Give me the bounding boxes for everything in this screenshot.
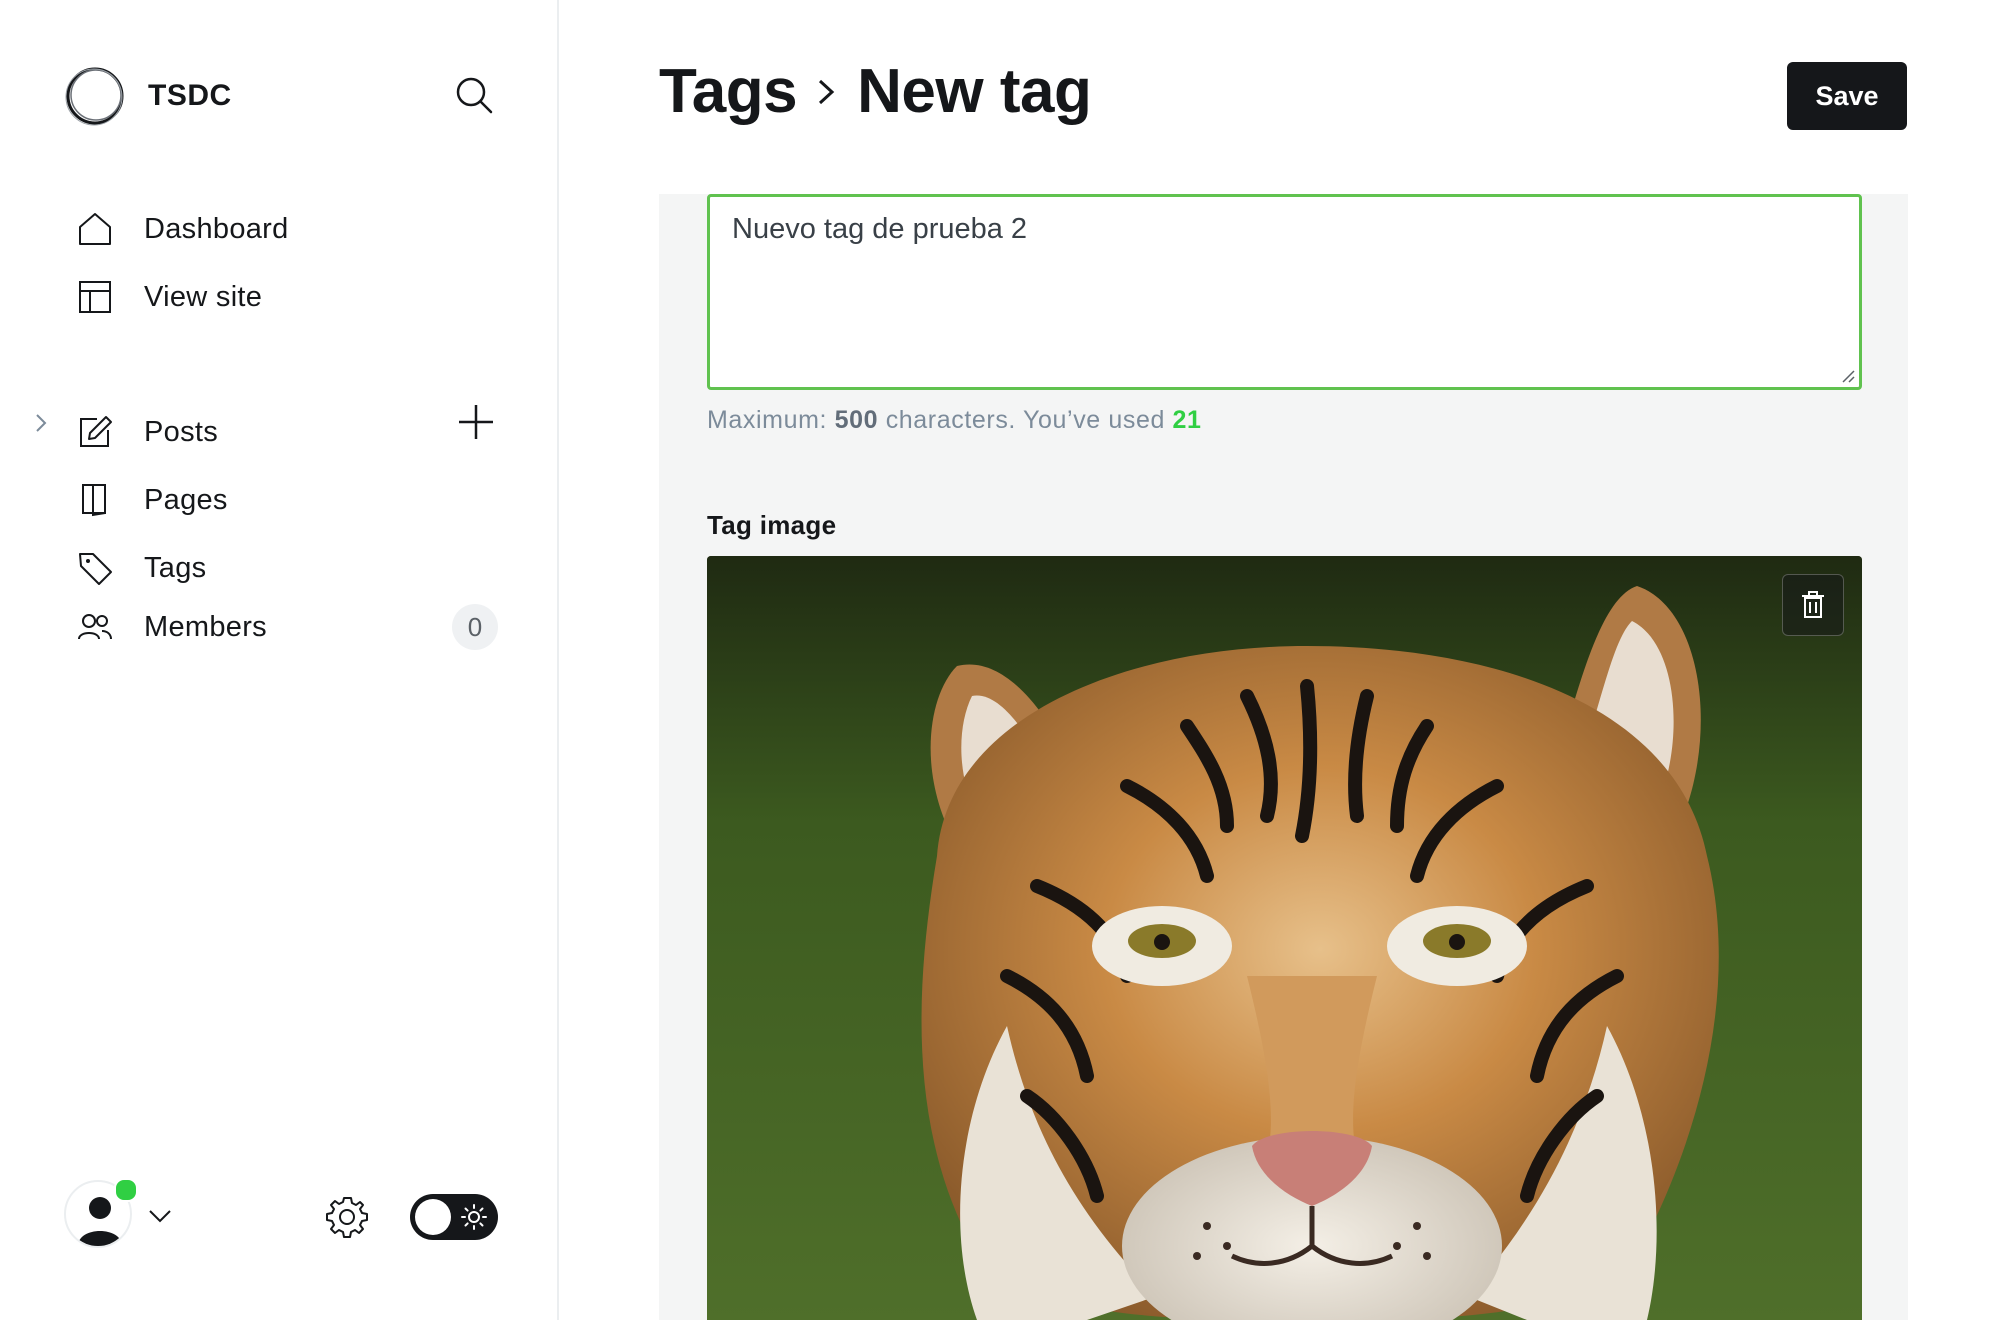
hint-middle: characters. You’ve used [878,406,1173,434]
description-value: Nuevo tag de prueba 2 [732,213,1028,245]
delete-image-button[interactable] [1782,574,1844,636]
hint-max: 500 [834,406,879,434]
home-icon [76,210,114,248]
brand-logo-icon [65,67,124,126]
tag-image-label: Tag image [707,510,837,540]
brand-name: TSDC [148,79,232,112]
sidebar-item-label: Pages [144,483,228,516]
trash-icon [1802,591,1824,618]
character-count-hint: Maximum: 500 characters. You’ve used 21 [707,406,1202,435]
chevron-right-icon [815,75,839,109]
chevron-down-icon[interactable] [146,1202,174,1230]
hint-used: 21 [1172,406,1202,434]
tag-icon [76,549,114,587]
theme-toggle[interactable] [410,1194,498,1240]
search-icon[interactable] [452,73,496,117]
members-icon [76,608,114,646]
sidebar-item-label: Tags [144,551,207,584]
sidebar-item-label: Dashboard [144,212,289,245]
sidebar-item-pages[interactable]: Pages [76,473,516,527]
hint-prefix: Maximum: [707,406,835,434]
online-status-dot [114,1178,138,1202]
sidebar-item-view-site[interactable]: View site [76,270,516,324]
save-button[interactable]: Save [1787,62,1907,130]
main-content: Tags New tag Save Nuevo tag de prueba 2 … [561,0,2000,1320]
sidebar-item-dashboard[interactable]: Dashboard [76,202,516,256]
sidebar-footer [64,1178,504,1260]
tag-form-panel: Nuevo tag de prueba 2 Maximum: 500 chara… [659,194,1908,1320]
sidebar-item-posts[interactable]: Posts [76,405,516,459]
description-textarea[interactable]: Nuevo tag de prueba 2 [707,194,1862,390]
members-count-badge: 0 [452,604,498,650]
tag-image-preview [707,556,1862,1320]
page-title: New tag [857,57,1092,126]
tiger-image [707,556,1862,1320]
edit-icon [76,413,114,451]
sidebar-item-members[interactable]: Members [76,600,516,654]
sun-icon [461,1204,487,1230]
sidebar-item-tags[interactable]: Tags [76,541,516,595]
gear-icon[interactable] [324,1194,370,1240]
layout-icon [76,278,114,316]
breadcrumb-tags-link[interactable]: Tags [659,56,798,127]
resize-grip-icon[interactable] [1839,367,1855,383]
breadcrumb: Tags New tag [659,56,1092,127]
sidebar-item-label: Posts [144,415,219,448]
sidebar-item-label: View site [144,280,263,313]
chevron-right-icon[interactable] [30,412,52,434]
page-icon [76,481,114,519]
sidebar: TSDC Dashboard View site Posts Pages Tag… [0,0,559,1320]
brand[interactable]: TSDC [64,64,232,128]
add-post-button[interactable] [456,402,496,442]
toggle-knob [415,1199,451,1235]
sidebar-item-label: Members [144,610,267,643]
